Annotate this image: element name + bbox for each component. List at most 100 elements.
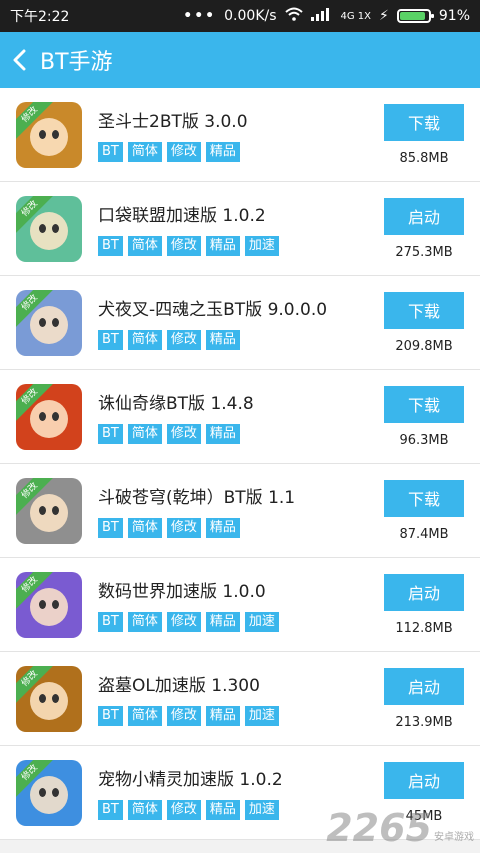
- file-size: 87.4MB: [399, 526, 449, 542]
- download-button[interactable]: 下载: [384, 291, 464, 329]
- tag-badge: 精品: [205, 330, 240, 350]
- app-header: BT手游: [0, 32, 480, 88]
- game-info: 诛仙奇缘BT版 1.4.8 BT 简体 修改 精品: [98, 389, 382, 444]
- chevron-left-icon: [13, 49, 26, 71]
- battery-icon: [396, 9, 434, 23]
- game-action: 下载 87.4MB: [382, 479, 466, 542]
- network-type: 4G 1X: [340, 10, 372, 22]
- tag-badge: 修改: [166, 706, 201, 726]
- game-tags: BT 简体 修改 精品 加速: [98, 612, 382, 632]
- tag-badge: 修改: [166, 236, 201, 256]
- tag-badge: 简体: [127, 330, 162, 350]
- wifi-icon: [284, 7, 303, 25]
- game-row[interactable]: 修改 数码世界加速版 1.0.0 BT 简体 修改 精品 加速 启动 112.8MB: [0, 558, 480, 652]
- game-name[interactable]: 盗墓OL加速版 1.300: [98, 671, 382, 696]
- game-icon[interactable]: 修改: [16, 383, 82, 450]
- tag-badge: BT: [98, 612, 123, 632]
- tag-badge: 精品: [205, 612, 240, 632]
- file-size: 213.9MB: [395, 714, 453, 730]
- tag-badge: 加速: [244, 706, 279, 726]
- tag-badge: 简体: [127, 424, 162, 444]
- game-name[interactable]: 圣斗士2BT版 3.0.0: [98, 107, 382, 132]
- status-right: ••• 0.00K/s 4G 1X ⚡ 91%: [183, 7, 470, 25]
- game-action: 启动 275.3MB: [382, 197, 466, 260]
- game-row[interactable]: 修改 诛仙奇缘BT版 1.4.8 BT 简体 修改 精品 下载 96.3MB: [0, 370, 480, 464]
- game-icon[interactable]: 修改: [16, 195, 82, 262]
- tag-badge: 修改: [166, 142, 201, 162]
- file-size: 275.3MB: [395, 244, 453, 260]
- game-name[interactable]: 犬夜叉-四魂之玉BT版 9.0.0.0: [98, 295, 382, 320]
- tag-badge: 修改: [166, 518, 201, 538]
- file-size: 45MB: [405, 808, 443, 824]
- game-name[interactable]: 口袋联盟加速版 1.0.2: [98, 201, 382, 226]
- game-action: 下载 85.8MB: [382, 103, 466, 166]
- game-row[interactable]: 修改 口袋联盟加速版 1.0.2 BT 简体 修改 精品 加速 启动 275.3MB: [0, 182, 480, 276]
- game-action: 下载 209.8MB: [382, 291, 466, 354]
- game-tags: BT 简体 修改 精品: [98, 142, 382, 162]
- download-button[interactable]: 下载: [384, 385, 464, 423]
- tag-badge: 简体: [127, 236, 162, 256]
- tag-badge: 精品: [205, 706, 240, 726]
- status-bar: 下午2:22 ••• 0.00K/s 4G 1X ⚡ 91%: [0, 0, 480, 32]
- game-icon[interactable]: 修改: [16, 477, 82, 544]
- game-name[interactable]: 宠物小精灵加速版 1.0.2: [98, 765, 382, 790]
- status-time: 下午2:22: [10, 9, 70, 25]
- tag-badge: 简体: [127, 706, 162, 726]
- game-name[interactable]: 数码世界加速版 1.0.0: [98, 577, 382, 602]
- launch-button[interactable]: 启动: [384, 197, 464, 235]
- tag-badge: 修改: [166, 800, 201, 820]
- download-button[interactable]: 下载: [384, 479, 464, 517]
- game-info: 犬夜叉-四魂之玉BT版 9.0.0.0 BT 简体 修改 精品: [98, 295, 382, 350]
- game-name[interactable]: 斗破苍穹(乾坤）BT版 1.1: [98, 483, 382, 508]
- tag-badge: BT: [98, 706, 123, 726]
- charging-icon: ⚡: [379, 8, 389, 24]
- launch-button[interactable]: 启动: [384, 573, 464, 611]
- file-size: 112.8MB: [395, 620, 453, 636]
- game-info: 口袋联盟加速版 1.0.2 BT 简体 修改 精品 加速: [98, 201, 382, 256]
- tag-badge: 加速: [244, 236, 279, 256]
- game-name[interactable]: 诛仙奇缘BT版 1.4.8: [98, 389, 382, 414]
- game-icon[interactable]: 修改: [16, 101, 82, 168]
- game-icon[interactable]: 修改: [16, 571, 82, 638]
- network-speed: 0.00K/s: [224, 8, 277, 24]
- launch-button[interactable]: 启动: [384, 667, 464, 705]
- tag-badge: 简体: [127, 142, 162, 162]
- game-tags: BT 简体 修改 精品: [98, 330, 382, 350]
- back-button[interactable]: [0, 49, 38, 71]
- tag-badge: 简体: [127, 612, 162, 632]
- character-icon: [30, 305, 68, 344]
- tag-badge: BT: [98, 330, 123, 350]
- game-icon[interactable]: 修改: [16, 665, 82, 732]
- character-icon: [30, 211, 68, 250]
- tag-badge: 简体: [127, 800, 162, 820]
- game-tags: BT 简体 修改 精品 加速: [98, 236, 382, 256]
- game-row[interactable]: 修改 盗墓OL加速版 1.300 BT 简体 修改 精品 加速 启动 213.9MB: [0, 652, 480, 746]
- game-row[interactable]: 修改 宠物小精灵加速版 1.0.2 BT 简体 修改 精品 加速 启动 45MB: [0, 746, 480, 840]
- game-action: 下载 96.3MB: [382, 385, 466, 448]
- tag-badge: 精品: [205, 142, 240, 162]
- tag-badge: BT: [98, 800, 123, 820]
- tag-badge: BT: [98, 518, 123, 538]
- game-tags: BT 简体 修改 精品 加速: [98, 800, 382, 820]
- game-info: 数码世界加速版 1.0.0 BT 简体 修改 精品 加速: [98, 577, 382, 632]
- character-icon: [30, 399, 68, 438]
- tag-badge: 精品: [205, 236, 240, 256]
- game-tags: BT 简体 修改 精品: [98, 518, 382, 538]
- tag-badge: 加速: [244, 612, 279, 632]
- file-size: 96.3MB: [399, 432, 449, 448]
- tag-badge: 简体: [127, 518, 162, 538]
- game-row[interactable]: 修改 犬夜叉-四魂之玉BT版 9.0.0.0 BT 简体 修改 精品 下载 209.8MB: [0, 276, 480, 370]
- game-row[interactable]: 修改 斗破苍穹(乾坤）BT版 1.1 BT 简体 修改 精品 下载 87.4MB: [0, 464, 480, 558]
- game-action: 启动 213.9MB: [382, 667, 466, 730]
- game-row[interactable]: 修改 圣斗士2BT版 3.0.0 BT 简体 修改 精品 下载 85.8MB: [0, 88, 480, 182]
- game-info: 斗破苍穹(乾坤）BT版 1.1 BT 简体 修改 精品: [98, 483, 382, 538]
- game-action: 启动 45MB: [382, 761, 466, 824]
- battery-fill: [399, 12, 426, 20]
- game-info: 盗墓OL加速版 1.300 BT 简体 修改 精品 加速: [98, 671, 382, 726]
- cell-signal-icon: [310, 7, 333, 25]
- download-button[interactable]: 下载: [384, 103, 464, 141]
- launch-button[interactable]: 启动: [384, 761, 464, 799]
- game-icon[interactable]: 修改: [16, 759, 82, 826]
- tag-badge: 修改: [166, 612, 201, 632]
- game-icon[interactable]: 修改: [16, 289, 82, 356]
